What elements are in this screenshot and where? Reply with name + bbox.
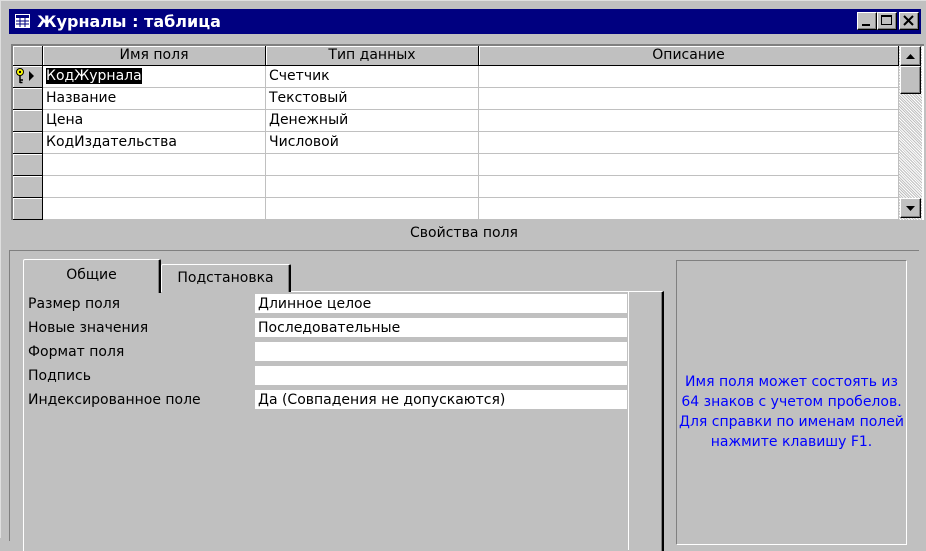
table-icon — [15, 14, 30, 28]
field-name-cell[interactable]: КодЖурнала — [43, 66, 266, 88]
maximize-icon — [881, 15, 892, 25]
row-selector[interactable] — [13, 66, 43, 88]
maximize-button[interactable] — [877, 12, 897, 30]
field-name-cell[interactable] — [43, 154, 266, 176]
table-row[interactable] — [43, 198, 899, 220]
data-type-cell[interactable]: Числовой — [266, 132, 479, 154]
table-row[interactable] — [43, 176, 899, 198]
row-selector[interactable] — [13, 132, 43, 154]
header-description[interactable]: Описание — [479, 46, 899, 66]
description-cell[interactable] — [479, 110, 899, 132]
help-text: Имя поля может состоять из 64 знаков с у… — [679, 374, 904, 450]
scroll-thumb[interactable] — [900, 66, 921, 94]
window-title: Журналы : таблица — [37, 12, 221, 31]
data-type-cell[interactable] — [266, 154, 479, 176]
divider — [9, 251, 10, 541]
data-type-cell[interactable]: Денежный — [266, 110, 479, 132]
properties-scroll-area[interactable] — [628, 292, 660, 550]
data-type-cell[interactable]: Счетчик — [266, 66, 479, 88]
close-button[interactable] — [899, 12, 919, 30]
field-name-cell[interactable]: Название — [43, 88, 266, 110]
row-selector[interactable] — [13, 88, 43, 110]
description-cell[interactable] — [479, 88, 899, 110]
description-cell[interactable] — [479, 66, 899, 88]
field-name-cell[interactable] — [43, 176, 266, 198]
tab-lookup[interactable]: Подстановка — [161, 264, 291, 292]
row-selector[interactable] — [13, 110, 43, 132]
table-row[interactable]: Название Текстовый — [43, 88, 899, 110]
indexed-value[interactable]: Да (Совпадения не допускаются) — [255, 390, 627, 410]
table-row[interactable] — [43, 154, 899, 176]
grid-header: Имя поля Тип данных Описание — [13, 46, 899, 66]
field-name-cell[interactable]: Цена — [43, 110, 266, 132]
table-design-window: Журналы : таблица Имя поля Тип данных Оп… — [0, 0, 926, 551]
scroll-up-button[interactable] — [900, 46, 921, 66]
table-row[interactable]: КодЖурнала Счетчик — [43, 66, 899, 88]
table-row[interactable]: Цена Денежный — [43, 110, 899, 132]
data-type-cell[interactable] — [266, 176, 479, 198]
minimize-icon — [862, 24, 870, 26]
property-label: Индексированное поле — [28, 392, 201, 408]
help-panel: Имя поля может состоять из 64 знаков с у… — [676, 260, 907, 545]
header-field-name[interactable]: Имя поля — [43, 46, 266, 66]
new-values-value[interactable]: Последовательные — [255, 318, 627, 338]
property-label: Размер поля — [28, 296, 121, 312]
property-label: Подпись — [28, 368, 91, 384]
row-selector[interactable] — [13, 198, 43, 220]
field-grid: Имя поля Тип данных Описание КодЖурнала … — [11, 44, 924, 220]
arrow-down-icon — [906, 206, 915, 211]
field-name-cell[interactable] — [43, 198, 266, 220]
field-size-value[interactable]: Длинное целое — [255, 294, 627, 314]
vertical-scrollbar[interactable] — [899, 46, 922, 220]
field-name-cell[interactable]: КодИздательства — [43, 132, 266, 154]
minimize-button[interactable] — [857, 12, 877, 30]
caption-value[interactable] — [255, 366, 627, 386]
data-type-cell[interactable]: Текстовый — [266, 88, 479, 110]
description-cell[interactable] — [479, 132, 899, 154]
divider — [9, 250, 919, 251]
field-properties-title: Свойства поля — [410, 225, 518, 241]
description-cell[interactable] — [479, 198, 899, 220]
current-row-arrow-icon — [29, 71, 34, 81]
header-corner[interactable] — [13, 46, 43, 66]
arrow-up-icon — [906, 54, 915, 59]
title-bar[interactable]: Журналы : таблица — [9, 9, 921, 34]
property-label: Новые значения — [28, 320, 149, 336]
header-data-type[interactable]: Тип данных — [266, 46, 479, 66]
description-cell[interactable] — [479, 154, 899, 176]
field-name-text: КодЖурнала — [46, 68, 142, 84]
description-cell[interactable] — [479, 176, 899, 198]
general-properties-panel: Размер поля Длинное целое Новые значения… — [23, 291, 664, 551]
tab-general[interactable]: Общие — [23, 259, 161, 293]
row-selector[interactable] — [13, 154, 43, 176]
data-type-cell[interactable] — [266, 198, 479, 220]
format-value[interactable] — [255, 342, 627, 362]
property-label: Формат поля — [28, 344, 125, 360]
scroll-down-button[interactable] — [900, 198, 921, 218]
row-selector[interactable] — [13, 176, 43, 198]
row-selector-column — [13, 66, 43, 226]
table-row[interactable]: КодИздательства Числовой — [43, 132, 899, 154]
close-icon — [903, 15, 914, 26]
